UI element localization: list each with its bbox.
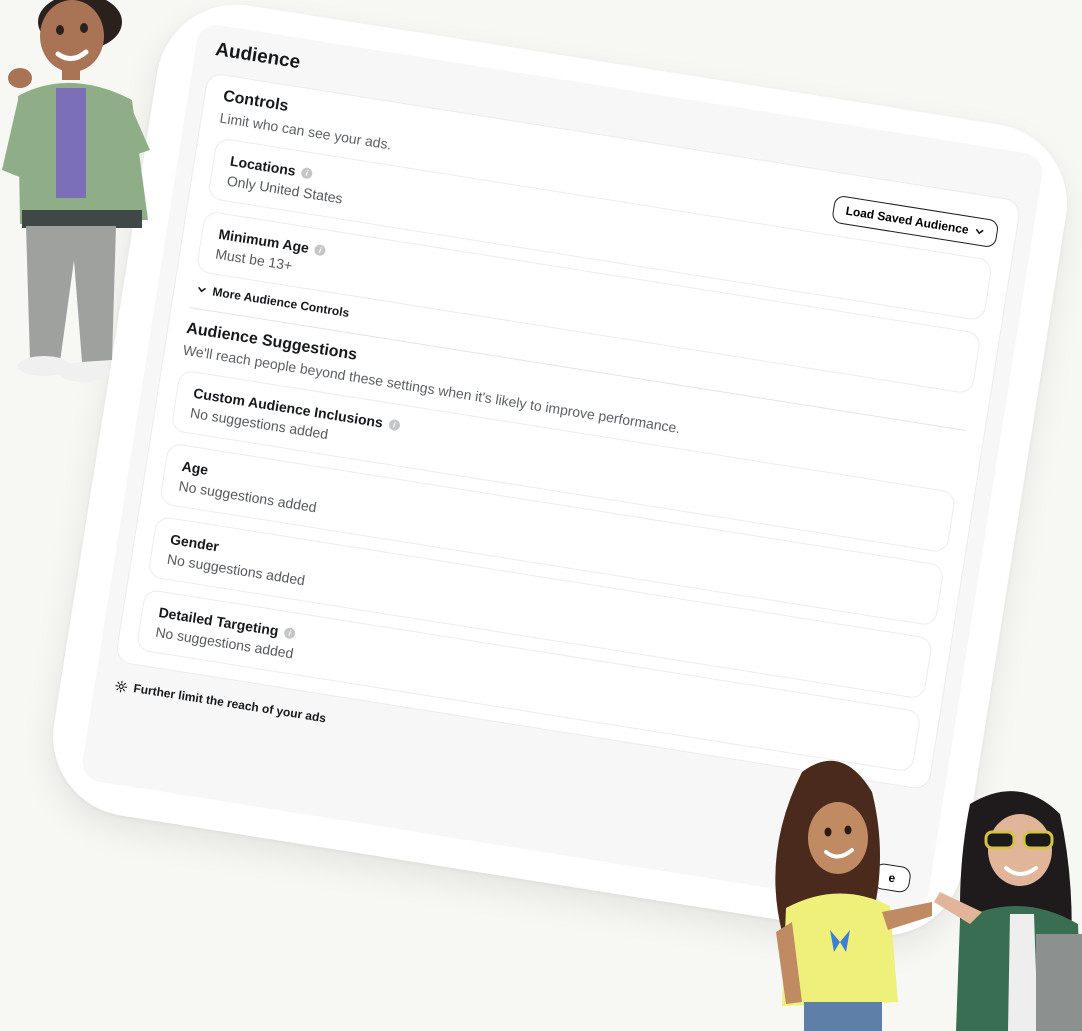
avatar-boy xyxy=(0,0,160,390)
controls-panel: Controls Limit who can see your ads. Loa… xyxy=(114,72,1022,791)
chevron-down-icon xyxy=(198,286,206,293)
info-icon[interactable]: i xyxy=(313,243,327,257)
info-icon[interactable]: i xyxy=(300,166,314,180)
avatar-girl-ponytail xyxy=(742,752,942,1031)
stage: Audience Controls Limit who can see your… xyxy=(0,0,1082,1031)
info-icon[interactable]: i xyxy=(387,418,401,431)
chevron-down-icon xyxy=(975,228,984,235)
gear-icon xyxy=(115,680,128,692)
info-icon[interactable]: i xyxy=(283,626,297,640)
avatar-girl-sunglasses xyxy=(930,784,1082,1031)
